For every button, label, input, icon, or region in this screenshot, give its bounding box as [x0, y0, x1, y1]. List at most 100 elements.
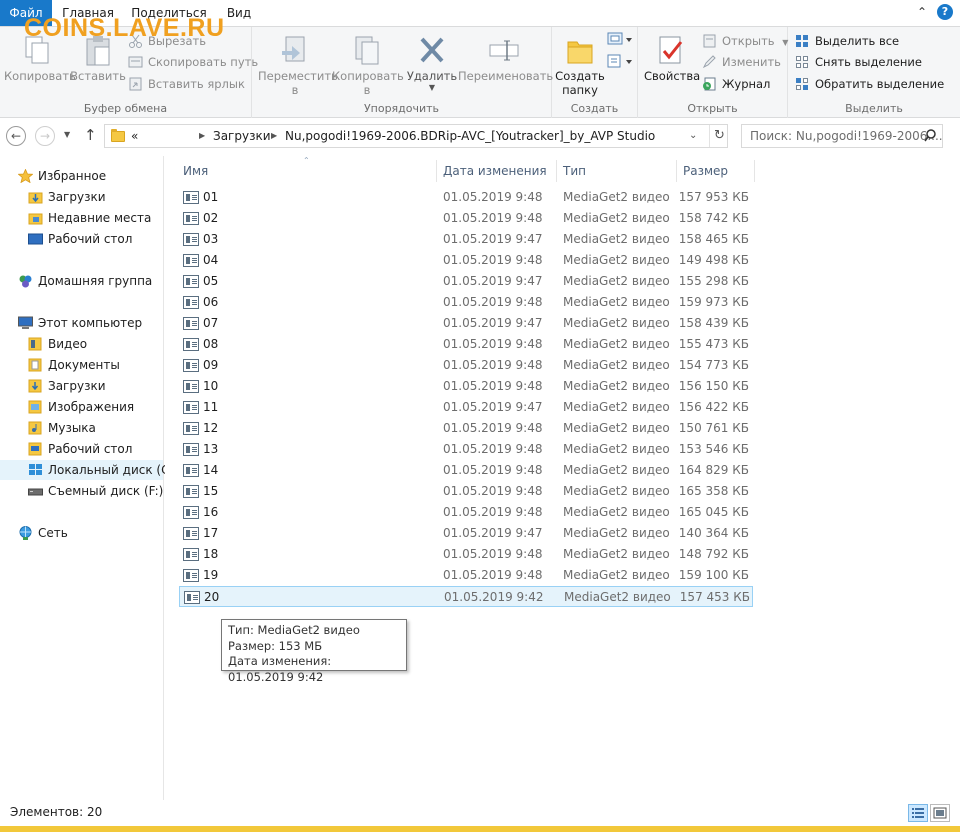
table-row[interactable]: 08 01.05.2019 9:48 MediaGet2 видео 155 473 …: [179, 334, 753, 355]
search-placeholder: Поиск: Nu,pogodi!1969-2006....: [750, 129, 943, 143]
recent-locations-icon[interactable]: ▼: [64, 130, 70, 139]
table-row[interactable]: 02 01.05.2019 9:48 MediaGet2 видео 158 742 …: [179, 208, 753, 229]
copy-label: Копировать: [4, 69, 76, 83]
table-row[interactable]: 01 01.05.2019 9:48 MediaGet2 видео 157 953 …: [179, 187, 753, 208]
file-size: 154 773 КБ: [678, 358, 749, 372]
delete-button[interactable]: Удалить ▼: [404, 33, 460, 92]
recent-places-icon: [28, 211, 43, 225]
file-name: 10: [203, 379, 219, 393]
address-dropdown-icon[interactable]: ⌄: [689, 125, 697, 147]
table-row[interactable]: 15 01.05.2019 9:48 MediaGet2 видео 165 358 …: [179, 481, 753, 502]
table-row[interactable]: 18 01.05.2019 9:48 MediaGet2 видео 148 792 …: [179, 544, 753, 565]
breadcrumb-overflow[interactable]: «: [131, 125, 138, 147]
search-input[interactable]: Поиск: Nu,pogodi!1969-2006....: [741, 124, 943, 148]
table-row[interactable]: 19 01.05.2019 9:48 MediaGet2 видео 159 100 …: [179, 565, 753, 586]
nav-fav-recent[interactable]: Недавние места: [28, 208, 151, 228]
move-to-button[interactable]: Переместить в: [258, 33, 338, 97]
open-button[interactable]: Открыть ▼: [702, 31, 788, 51]
copy-path-button[interactable]: Скопировать путь: [128, 52, 258, 72]
file-size: 153 546 КБ: [678, 442, 749, 456]
nav-pictures[interactable]: Изображения: [28, 397, 134, 417]
downloads-folder-icon: [28, 190, 43, 204]
easy-access-button[interactable]: [606, 53, 634, 73]
file-type: MediaGet2 видео: [563, 400, 670, 414]
refresh-icon[interactable]: ↻: [709, 125, 725, 147]
address-bar[interactable]: « ▶ Загрузки ▶ Nu,pogodi!1969-2006.BDRip…: [104, 124, 728, 148]
nav-desktop[interactable]: Рабочий стол: [28, 439, 132, 459]
forward-button[interactable]: →: [35, 126, 55, 146]
select-all-button[interactable]: Выделить все: [795, 31, 899, 51]
breadcrumb-downloads[interactable]: Загрузки: [213, 125, 271, 147]
column-name[interactable]: Имя: [177, 160, 437, 182]
nav-removable-disk[interactable]: Съемный диск (F:): [28, 481, 163, 501]
breadcrumb-separator-icon[interactable]: ▶: [199, 125, 205, 147]
table-row[interactable]: 12 01.05.2019 9:48 MediaGet2 видео 150 761 …: [179, 418, 753, 439]
table-row[interactable]: 05 01.05.2019 9:47 MediaGet2 видео 155 298 …: [179, 271, 753, 292]
copy-to-button[interactable]: Копировать в: [332, 33, 404, 97]
rename-button[interactable]: Переименовать: [458, 33, 553, 83]
file-date: 01.05.2019 9:48: [443, 379, 543, 393]
table-row[interactable]: 13 01.05.2019 9:48 MediaGet2 видео 153 546 …: [179, 439, 753, 460]
invert-selection-button[interactable]: Обратить выделение: [795, 74, 944, 94]
file-type: MediaGet2 видео: [563, 463, 670, 477]
details-view-button[interactable]: [908, 804, 928, 822]
breadcrumb-current-folder[interactable]: Nu,pogodi!1969-2006.BDRip-AVC_[Youtracke…: [285, 125, 655, 147]
file-name: 08: [203, 337, 219, 351]
file-size: 155 473 КБ: [678, 337, 749, 351]
group-organize: Переместить в Копировать в Удалить ▼ Пер…: [252, 27, 553, 119]
nav-downloads[interactable]: Загрузки: [28, 376, 106, 396]
search-icon[interactable]: [924, 125, 936, 147]
file-name: 15: [203, 484, 219, 498]
nav-fav-desktop[interactable]: Рабочий стол: [28, 229, 132, 249]
file-size: 140 364 КБ: [678, 526, 749, 540]
nav-music[interactable]: Музыка: [28, 418, 96, 438]
new-folder-button[interactable]: Создать папку: [554, 33, 606, 97]
nav-fav-downloads[interactable]: Загрузки: [28, 187, 106, 207]
table-row[interactable]: 17 01.05.2019 9:47 MediaGet2 видео 140 364 …: [179, 523, 753, 544]
nav-network[interactable]: Сеть: [19, 523, 68, 543]
new-item-button[interactable]: [606, 31, 634, 51]
file-type: MediaGet2 видео: [563, 526, 670, 540]
nav-local-disk[interactable]: Локальный диск (C:): [0, 460, 178, 480]
item-count: Элементов: 20: [10, 805, 103, 819]
select-none-button[interactable]: Снять выделение: [795, 52, 922, 72]
table-row[interactable]: 11 01.05.2019 9:47 MediaGet2 видео 156 422 …: [179, 397, 753, 418]
tab-view[interactable]: Вид: [222, 0, 256, 26]
file-size: 157 453 КБ: [679, 590, 750, 604]
new-folder-label: Создать: [555, 69, 605, 83]
table-row[interactable]: 07 01.05.2019 9:47 MediaGet2 видео 158 439 …: [179, 313, 753, 334]
nav-this-pc[interactable]: Этот компьютер: [18, 313, 142, 333]
music-folder-icon: [28, 421, 43, 435]
column-date-modified[interactable]: Дата изменения: [437, 160, 557, 182]
table-row[interactable]: 09 01.05.2019 9:48 MediaGet2 видео 154 773 …: [179, 355, 753, 376]
table-row[interactable]: 10 01.05.2019 9:48 MediaGet2 видео 156 150 …: [179, 376, 753, 397]
file-type: MediaGet2 видео: [563, 211, 670, 225]
delete-dropdown-icon[interactable]: ▼: [404, 83, 460, 92]
table-row[interactable]: 04 01.05.2019 9:48 MediaGet2 видео 149 498 …: [179, 250, 753, 271]
column-size[interactable]: Размер: [677, 160, 755, 182]
table-row[interactable]: 20 01.05.2019 9:42 MediaGet2 видео 157 453 …: [179, 586, 753, 607]
properties-button[interactable]: Свойства: [644, 33, 700, 83]
breadcrumb-separator-icon[interactable]: ▶: [271, 125, 277, 147]
nav-music-label: Музыка: [48, 421, 96, 435]
paste-shortcut-button[interactable]: Вставить ярлык: [128, 74, 245, 94]
file-date: 01.05.2019 9:48: [443, 442, 543, 456]
table-row[interactable]: 03 01.05.2019 9:47 MediaGet2 видео 158 465 …: [179, 229, 753, 250]
table-row[interactable]: 14 01.05.2019 9:48 MediaGet2 видео 164 829 …: [179, 460, 753, 481]
history-button[interactable]: Журнал: [702, 74, 770, 94]
up-button[interactable]: ↑: [84, 126, 97, 144]
history-icon: [702, 77, 717, 91]
nav-documents[interactable]: Документы: [28, 355, 120, 375]
table-row[interactable]: 06 01.05.2019 9:48 MediaGet2 видео 159 973 …: [179, 292, 753, 313]
nav-favorites[interactable]: Избранное: [17, 166, 106, 186]
edit-button[interactable]: Изменить: [702, 52, 781, 72]
collapse-ribbon-icon[interactable]: ⌃: [914, 4, 930, 20]
column-type[interactable]: Тип: [557, 160, 677, 182]
table-row[interactable]: 16 01.05.2019 9:48 MediaGet2 видео 165 045 …: [179, 502, 753, 523]
file-date: 01.05.2019 9:47: [443, 400, 543, 414]
back-button[interactable]: ←: [6, 126, 26, 146]
help-icon[interactable]: ?: [937, 4, 953, 20]
large-icons-view-button[interactable]: [930, 804, 950, 822]
nav-homegroup[interactable]: Домашняя группа: [19, 271, 152, 291]
nav-videos[interactable]: Видео: [28, 334, 87, 354]
